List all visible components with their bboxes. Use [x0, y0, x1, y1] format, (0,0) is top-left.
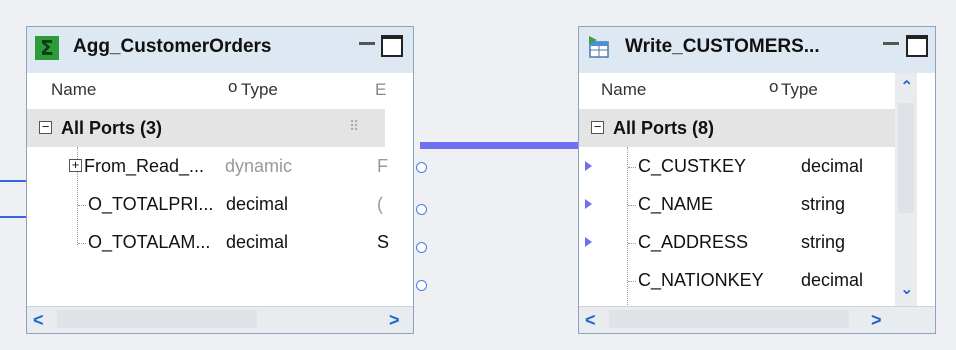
group-row-all-ports[interactable]: − All Ports (8)	[579, 109, 895, 147]
port-name: C_NAME	[638, 194, 714, 214]
port-name: C_CUSTKEY	[638, 156, 747, 176]
port-extra: (	[377, 194, 383, 214]
collapse-icon[interactable]: −	[591, 120, 604, 134]
scroll-left-icon[interactable]: <	[585, 310, 596, 331]
vertical-scrollbar[interactable]: ⌃ ⌄	[895, 73, 917, 309]
input-port-3-icon[interactable]	[585, 237, 592, 247]
scroll-thumb-vertical[interactable]	[898, 103, 914, 213]
port-type: string	[801, 232, 846, 252]
minimize-button[interactable]	[359, 42, 375, 49]
port-type: decimal	[226, 232, 289, 252]
sort-indicator-icon: o	[769, 77, 779, 96]
input-port-1-icon[interactable]	[585, 161, 592, 171]
table-write-icon	[589, 36, 609, 58]
port-type: string	[801, 194, 846, 214]
port-name: C_NATIONKEY	[638, 270, 764, 290]
table-row[interactable]: + From_Read_... dynamic F	[27, 147, 388, 185]
port-extra: S	[377, 232, 390, 252]
scroll-thumb[interactable]	[609, 310, 849, 328]
table-row[interactable]: C_NATIONKEY decimal	[579, 261, 895, 299]
scroll-right-icon[interactable]: >	[389, 310, 400, 331]
scroll-up-icon[interactable]: ⌃	[900, 77, 913, 97]
table-row[interactable]: O_TOTALPRI... decimal (	[27, 185, 385, 223]
port-name: O_TOTALPRI...	[88, 194, 214, 214]
port-name: C_ADDRESS	[638, 232, 749, 252]
column-header-name[interactable]: Name	[601, 80, 646, 100]
port-type: decimal	[226, 194, 289, 214]
aggregator-title: Agg_CustomerOrders	[73, 36, 272, 57]
column-header-row: Name o Type E	[27, 73, 386, 111]
port-name: O_TOTALAM...	[88, 232, 211, 252]
output-port-group[interactable]	[416, 162, 427, 173]
table-row[interactable]: C_CUSTKEY decimal	[579, 147, 895, 185]
output-port-2[interactable]	[416, 242, 427, 253]
aggregator-ports-grid[interactable]: Name o Type E − All Ports (3) ⠿ + From_R…	[27, 73, 427, 333]
scroll-left-icon[interactable]: <	[33, 310, 44, 331]
port-type: decimal	[801, 270, 864, 290]
expand-icon[interactable]: +	[69, 158, 82, 172]
aggregator-titlebar[interactable]: Σ Agg_CustomerOrders	[27, 27, 413, 67]
table-row[interactable]: C_ADDRESS string	[579, 223, 895, 261]
maximize-button[interactable]	[381, 35, 403, 57]
input-port-2-icon[interactable]	[585, 199, 592, 209]
column-header-type[interactable]: Type	[781, 80, 818, 100]
maximize-button[interactable]	[906, 35, 928, 57]
svg-text:Σ: Σ	[40, 36, 54, 60]
output-port-3[interactable]	[416, 280, 427, 291]
aggregator-node[interactable]: Σ Agg_CustomerOrders Name o Type E − All…	[26, 26, 427, 334]
group-label: All Ports (8)	[613, 118, 715, 138]
column-header-row: Name o Type	[579, 73, 895, 111]
column-header-type[interactable]: Type	[241, 80, 278, 100]
port-name: From_Read_...	[84, 156, 205, 176]
write-ports-grid[interactable]: Name o Type − All Ports (8) C_CUSTKEY de…	[579, 73, 935, 333]
write-title: Write_CUSTOMERS...	[625, 36, 820, 57]
sigma-icon: Σ	[35, 36, 59, 60]
sort-indicator-icon: o	[228, 77, 238, 96]
group-row-all-ports[interactable]: − All Ports (3) ⠿	[27, 109, 385, 147]
table-row[interactable]: O_TOTALAM... decimal S	[27, 223, 389, 261]
port-extra: F	[377, 156, 388, 176]
group-label: All Ports (3)	[61, 118, 163, 138]
scroll-thumb[interactable]	[57, 310, 257, 328]
collapse-icon[interactable]: −	[39, 120, 52, 134]
scroll-right-icon[interactable]: >	[871, 310, 882, 331]
column-header-third[interactable]: E	[375, 80, 386, 100]
port-link[interactable]	[420, 142, 578, 149]
port-type: decimal	[801, 156, 864, 176]
port-type: dynamic	[225, 156, 293, 176]
table-row[interactable]: C_NAME string	[579, 185, 895, 223]
drag-handle-icon[interactable]: ⠿	[349, 118, 360, 135]
column-header-name[interactable]: Name	[51, 80, 96, 100]
scroll-down-icon[interactable]: ⌄	[900, 279, 913, 299]
minimize-button[interactable]	[883, 42, 899, 49]
horizontal-scrollbar[interactable]: < >	[27, 306, 413, 333]
output-port-1[interactable]	[416, 204, 427, 215]
horizontal-scrollbar[interactable]: < >	[579, 306, 935, 333]
write-titlebar[interactable]: Write_CUSTOMERS...	[579, 27, 935, 67]
write-node[interactable]: Write_CUSTOMERS... Name o Type − All Por…	[578, 26, 936, 334]
